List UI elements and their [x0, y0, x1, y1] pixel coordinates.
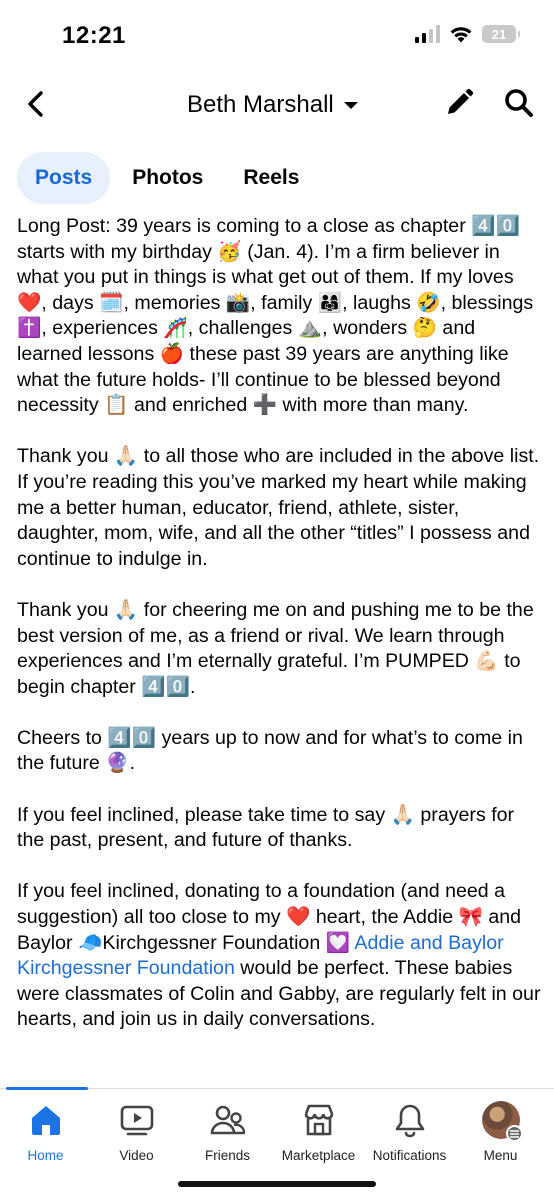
tab-posts[interactable]: Posts: [17, 152, 111, 204]
avatar: [481, 1101, 523, 1142]
status-bar: 12:21 21: [0, 0, 554, 76]
bottom-nav: Home Video Friends Marketplace Notificat…: [0, 1098, 554, 1168]
post-body: Long Post: 39 years is coming to a close…: [17, 214, 541, 1084]
profile-header: Beth Marshall: [0, 80, 554, 130]
status-indicators: 21: [415, 25, 520, 43]
back-arrow-icon[interactable]: [20, 88, 52, 120]
post-paragraph: If you feel inclined, please take time t…: [17, 803, 515, 852]
marketplace-icon: [299, 1100, 339, 1140]
caret-down-icon: [343, 101, 358, 109]
search-icon[interactable]: [502, 86, 536, 120]
friends-icon: [208, 1100, 248, 1140]
tab-photos[interactable]: Photos: [114, 152, 221, 204]
nav-marketplace[interactable]: Marketplace: [273, 1098, 364, 1168]
profile-tabs: Posts Photos Reels: [17, 152, 317, 204]
nav-video-label: Video: [119, 1148, 154, 1163]
video-icon: [117, 1100, 157, 1140]
wifi-icon: [450, 27, 472, 43]
nav-marketplace-label: Marketplace: [281, 1148, 356, 1163]
nav-friends[interactable]: Friends: [182, 1098, 273, 1168]
nav-notifications-label: Notifications: [372, 1148, 447, 1163]
nav-home-label: Home: [27, 1148, 64, 1163]
post-paragraph: Thank you 🙏🏻 to all those who are includ…: [17, 445, 540, 570]
nav-menu[interactable]: Menu: [455, 1098, 546, 1168]
profile-name: Beth Marshall: [187, 91, 334, 118]
cellular-signal-icon: [415, 25, 440, 43]
nav-video[interactable]: Video: [91, 1098, 182, 1168]
home-icon: [26, 1100, 66, 1140]
status-time: 12:21: [62, 22, 126, 49]
nav-menu-label: Menu: [483, 1148, 518, 1163]
post-paragraph-donation: If you feel inclined, donating to a foun…: [17, 879, 541, 1033]
active-tab-indicator: [6, 1087, 88, 1090]
tab-reels[interactable]: Reels: [225, 152, 317, 204]
post-paragraph: Thank you 🙏🏻 for cheering me on and push…: [17, 598, 534, 698]
menu-hamburger-icon: [505, 1125, 523, 1142]
menu-avatar-wrap: [481, 1100, 523, 1142]
post-paragraph: Cheers to 4️⃣0️⃣ years up to now and for…: [17, 726, 523, 775]
nav-notifications[interactable]: Notifications: [364, 1098, 455, 1168]
nav-friends-label: Friends: [204, 1148, 250, 1163]
battery-icon: 21: [482, 25, 520, 43]
pencil-icon[interactable]: [442, 86, 476, 120]
profile-name-dropdown[interactable]: Beth Marshall: [187, 91, 358, 119]
bell-icon: [390, 1100, 430, 1140]
home-indicator: [178, 1181, 376, 1187]
post-paragraph: Long Post: 39 years is coming to a close…: [17, 215, 534, 417]
nav-home[interactable]: Home: [0, 1098, 91, 1168]
